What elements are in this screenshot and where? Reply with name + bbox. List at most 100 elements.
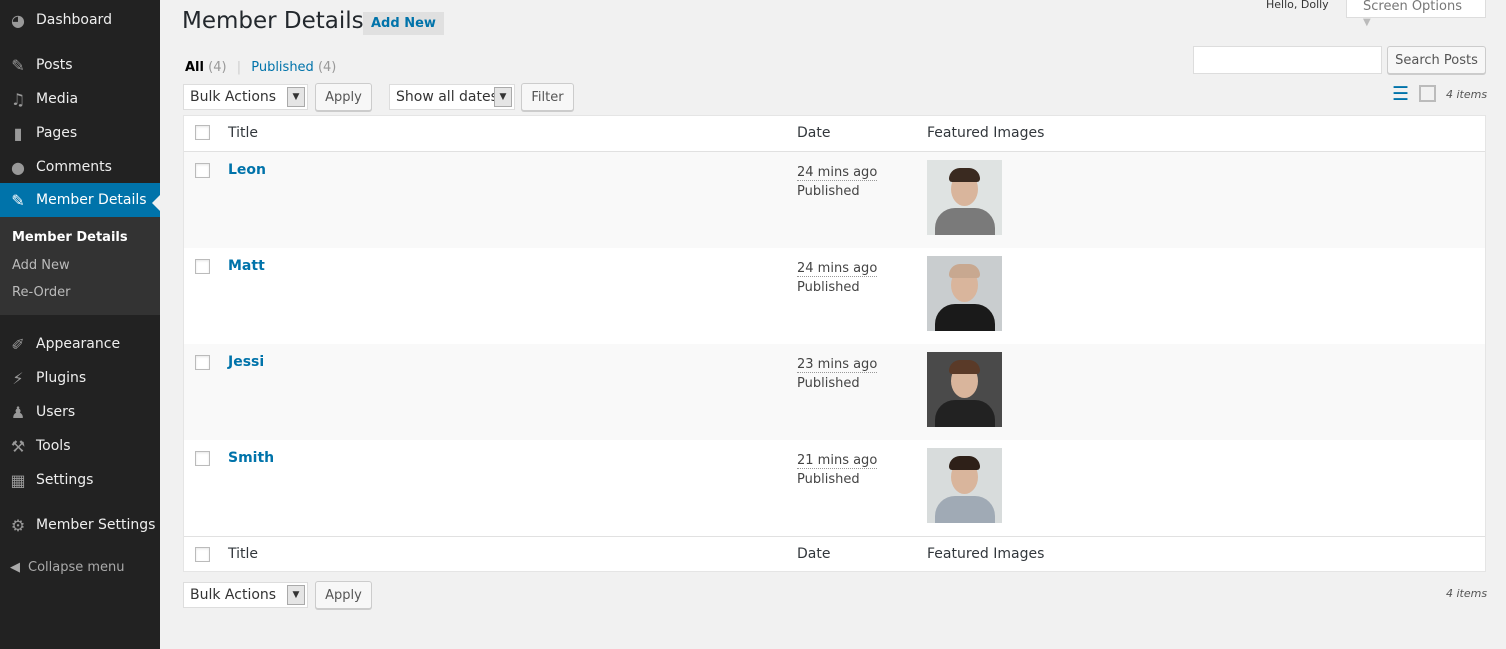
row-checkbox[interactable] — [195, 355, 210, 370]
greeting[interactable]: Hello, Dolly — [1266, 0, 1329, 11]
comment-icon: ● — [11, 157, 25, 177]
excerpt-view-icon[interactable] — [1419, 85, 1436, 102]
featured-image[interactable] — [927, 448, 1002, 523]
pin-icon: ✎ — [11, 190, 25, 210]
portrait-body — [935, 304, 995, 331]
submenu: Member Details Add New Re-Order — [0, 217, 160, 315]
column-title[interactable]: Title — [228, 125, 258, 141]
menu-posts[interactable]: ✎ Posts — [0, 48, 160, 82]
submenu-re-order[interactable]: Re-Order — [12, 285, 70, 300]
post-status: Published — [797, 184, 860, 199]
view-filters: All (4) | Published (4) — [185, 60, 337, 75]
submenu-add-new[interactable]: Add New — [12, 258, 70, 273]
menu-dashboard[interactable]: ◕ Dashboard — [0, 3, 160, 37]
post-title-link[interactable]: Leon — [228, 162, 266, 178]
search-input[interactable] — [1193, 46, 1382, 74]
select-value: Bulk Actions — [190, 587, 277, 603]
menu-settings[interactable]: ▦ Settings — [0, 463, 160, 497]
featured-image[interactable] — [927, 352, 1002, 427]
menu-member-details[interactable]: ✎ Member Details — [0, 183, 160, 217]
post-date: 24 mins ago Published — [797, 259, 878, 297]
date-ago: 21 mins ago — [797, 453, 878, 469]
menu-users[interactable]: ♟ Users — [0, 395, 160, 429]
post-status: Published — [797, 280, 860, 295]
plugin-icon: ⚡ — [12, 368, 24, 388]
post-date: 23 mins ago Published — [797, 355, 878, 393]
count: (4) — [317, 60, 337, 75]
portrait-hair — [949, 456, 980, 470]
wrench-icon: ⚒ — [10, 436, 26, 456]
menu-media[interactable]: ♫ Media — [0, 82, 160, 116]
screen-options-label: Screen Options — [1363, 0, 1462, 14]
menu-label: Media — [36, 91, 79, 107]
bulk-actions-select[interactable]: Bulk Actions ▼ — [183, 84, 308, 110]
featured-image[interactable] — [927, 160, 1002, 235]
menu-tools[interactable]: ⚒ Tools — [0, 429, 160, 463]
column-title[interactable]: Title — [228, 546, 258, 562]
menu-label: Posts — [36, 57, 73, 73]
column-date[interactable]: Date — [797, 546, 830, 562]
portrait-body — [935, 208, 995, 235]
count: (4) — [208, 60, 227, 75]
menu-label: Appearance — [36, 336, 121, 352]
collapse-menu-button[interactable]: ◀ Collapse menu — [10, 560, 125, 575]
post-title-link[interactable]: Matt — [228, 258, 265, 274]
menu-label: Tools — [36, 438, 71, 454]
menu-label: Plugins — [36, 370, 87, 386]
menu-member-settings[interactable]: ⚙ Member Settings — [0, 508, 160, 542]
menu-label: Comments — [36, 159, 112, 175]
apply-button[interactable]: Apply — [315, 83, 372, 111]
collapse-icon: ◀ — [10, 560, 20, 575]
table-row: Jessi 23 mins ago Published — [184, 344, 1485, 440]
menu-label: Pages — [36, 125, 78, 141]
triangle-down-icon: ▼ — [1363, 17, 1371, 28]
add-new-button[interactable]: Add New — [363, 12, 444, 35]
post-title-link[interactable]: Smith — [228, 450, 274, 466]
featured-image[interactable] — [927, 256, 1002, 331]
screen-options-button[interactable]: Screen Options ▼ — [1346, 0, 1486, 28]
date-ago: 23 mins ago — [797, 357, 878, 373]
menu-plugins[interactable]: ⚡ Plugins — [0, 361, 160, 395]
filter-button[interactable]: Filter — [521, 83, 574, 111]
page-title: Member Details — [182, 8, 364, 34]
admin-sidebar: ◕ Dashboard ✎ Posts ♫ Media ▮ Pages ● Comment… — [0, 0, 160, 649]
filter-published[interactable]: Published — [251, 60, 314, 75]
post-title-link[interactable]: Jessi — [228, 354, 264, 370]
filter-all[interactable]: All — [185, 60, 204, 75]
items-count: 4 items — [1446, 587, 1488, 600]
pin-icon: ✎ — [11, 55, 25, 75]
portrait-hair — [949, 168, 980, 182]
menu-appearance[interactable]: ✐ Appearance — [0, 327, 160, 361]
menu-pages[interactable]: ▮ Pages — [0, 116, 160, 150]
pages-icon: ▮ — [13, 123, 23, 143]
search-posts-button[interactable]: Search Posts — [1387, 46, 1486, 74]
post-status: Published — [797, 376, 860, 391]
portrait-body — [935, 496, 995, 523]
select-value: Bulk Actions — [190, 89, 277, 105]
column-date[interactable]: Date — [797, 125, 830, 141]
table-row: Leon 24 mins ago Published — [184, 152, 1485, 248]
apply-button-bottom[interactable]: Apply — [315, 581, 372, 609]
table-row: Smith 21 mins ago Published — [184, 440, 1485, 536]
user-icon: ♟ — [10, 402, 26, 422]
portrait-hair — [949, 360, 980, 374]
column-featured-images: Featured Images — [927, 546, 1045, 562]
portrait-hair — [949, 264, 980, 278]
row-checkbox[interactable] — [195, 163, 210, 178]
media-icon: ♫ — [10, 89, 26, 109]
select-all-checkbox[interactable] — [195, 547, 210, 562]
dashboard-icon: ◕ — [11, 10, 25, 30]
post-status: Published — [797, 472, 860, 487]
select-all-checkbox[interactable] — [195, 125, 210, 140]
dates-select[interactable]: Show all dates ▼ — [389, 84, 515, 110]
bulk-actions-select-bottom[interactable]: Bulk Actions ▼ — [183, 582, 308, 608]
table-row: Matt 24 mins ago Published — [184, 248, 1485, 344]
row-checkbox[interactable] — [195, 259, 210, 274]
items-count: 4 items — [1446, 88, 1488, 101]
list-view-icon[interactable]: ☰ — [1392, 85, 1410, 104]
menu-label: Dashboard — [36, 12, 112, 28]
portrait-body — [935, 400, 995, 427]
submenu-member-details[interactable]: Member Details — [12, 230, 128, 245]
menu-comments[interactable]: ● Comments — [0, 150, 160, 184]
row-checkbox[interactable] — [195, 451, 210, 466]
